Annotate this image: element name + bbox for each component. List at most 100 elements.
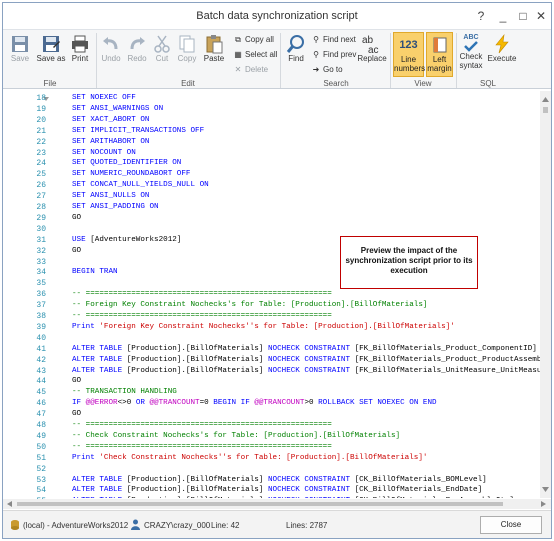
print-label: Print (71, 54, 89, 63)
code-token: [FK_BillOfMaterials_Product_ComponentID] (354, 344, 537, 353)
code-line: ALTER TABLE [Production].[BillOfMaterial… (72, 345, 537, 353)
line-number: 24 (36, 159, 46, 169)
horizontal-scrollbar[interactable] (3, 499, 551, 509)
code-token: SET XACT_ABORT ON (72, 115, 150, 124)
code-line: -- Foreign Key Constraint Nochecks's for… (72, 301, 427, 309)
save-button[interactable]: Save (7, 34, 33, 63)
select-all-button[interactable]: ▦ Select all (233, 50, 277, 59)
paste-button[interactable]: Paste (201, 34, 227, 63)
code-token: Print (72, 322, 100, 331)
copy-button[interactable]: Copy (175, 34, 199, 63)
line-number: 46 (36, 399, 46, 409)
code-line: GO (72, 247, 81, 255)
line-numbers-toggle[interactable]: 123 Line numbers (393, 32, 425, 77)
copy-all-label: Copy all (245, 35, 274, 44)
binoculars-icon: ⚲ (313, 50, 319, 59)
cut-button[interactable]: Cut (151, 34, 173, 63)
check-syntax-label-line2: syntax (459, 61, 483, 70)
file-group-label: File (43, 79, 57, 88)
delete-icon: ✕ (234, 65, 242, 74)
code-line: SET NOEXEC OFF (72, 94, 136, 102)
vertical-scroll-thumb[interactable] (543, 107, 548, 113)
connection-status: (local) - AdventureWorks2012 (23, 521, 129, 530)
vertical-scrollbar[interactable] (540, 91, 551, 498)
code-line: SET ARITHABORT ON (72, 138, 149, 146)
line-number: 43 (36, 366, 46, 376)
find-next-button[interactable]: ⚲ Find next (311, 35, 356, 44)
check-syntax-icon-text: ABC (463, 34, 479, 41)
line-number: 52 (36, 464, 46, 474)
code-token: [FK_BillOfMaterials_UnitMeasure_UnitMeas… (354, 366, 540, 375)
line-number: 37 (36, 301, 46, 311)
code-token: [CK_BillOfMaterials_BOMLevel] (354, 475, 487, 484)
code-line: GO (72, 410, 81, 418)
left-margin-label-line2: margin (427, 64, 452, 73)
magnifier-icon (286, 35, 304, 53)
delete-button[interactable]: ✕ Delete (233, 65, 268, 74)
left-margin-icon (433, 37, 446, 53)
minimize-button[interactable]: _ (493, 7, 513, 25)
line-number: 33 (36, 257, 46, 267)
code-line: IF @@ERROR<>0 OR @@TRANCOUNT=0 BEGIN IF … (72, 399, 437, 407)
close-window-button[interactable]: ✕ (531, 7, 551, 25)
binoculars-icon: ⚲ (313, 35, 319, 44)
print-button[interactable]: Print (67, 34, 93, 63)
code-token: SET IMPLICIT_TRANSACTIONS OFF (72, 126, 205, 135)
find-button[interactable]: Find (284, 34, 308, 63)
select-all-icon: ▦ (234, 50, 242, 59)
save-as-icon (43, 36, 60, 52)
maximize-button[interactable]: □ (513, 7, 533, 25)
line-number: 20 (36, 115, 46, 125)
close-button[interactable]: Close (480, 516, 542, 534)
line-number: 47 (36, 410, 46, 420)
script-editor[interactable]: 18 19 20 21 22 23 24 25 26 27 28 29 30 31 32 33 34 35 36 37… (3, 91, 551, 506)
scroll-left-arrow-icon (7, 501, 12, 507)
code-line: SET XACT_ABORT ON (72, 116, 149, 124)
code-line: GO (72, 214, 81, 222)
current-line-status: Line: 42 (211, 521, 240, 530)
line-number: 42 (36, 355, 46, 365)
redo-button[interactable]: Redo (125, 34, 149, 63)
horizontal-scroll-thumb[interactable] (17, 502, 503, 506)
code-token: -- TRANSACTION HANDLING (72, 388, 177, 397)
find-prev-label: Find prev (323, 50, 357, 59)
line-number: 34 (36, 268, 46, 278)
code-line: -- TRANSACTION HANDLING (72, 388, 177, 396)
line-number: 18 (36, 94, 46, 103)
save-icon (12, 36, 28, 52)
code-token: @@TRANCOUNT (254, 399, 305, 408)
help-button[interactable]: ? (471, 7, 491, 25)
code-area[interactable]: SET NOEXEC OFF SET ANSI_WARNINGS ON SET XA… (52, 91, 540, 498)
scroll-right-arrow-icon (541, 501, 546, 507)
code-token: 'Foreign Key Constraint Nochecks''s for … (99, 322, 455, 331)
code-token: <>0 (117, 399, 136, 408)
undo-button[interactable]: Undo (99, 34, 123, 63)
copy-all-button[interactable]: ⧉ Copy all (233, 35, 274, 45)
code-line: Print 'Check Constraint Nochecks''s for … (72, 454, 427, 462)
execute-button[interactable]: Execute (487, 34, 517, 63)
undo-label: Undo (101, 54, 121, 63)
save-as-button[interactable]: Save as (35, 34, 67, 63)
code-token: [AdventureWorks2012] (90, 235, 182, 244)
code-token: ALTER TABLE (72, 355, 127, 364)
code-token: SET ANSI_PADDING ON (72, 203, 159, 211)
line-number: 49 (36, 431, 46, 441)
code-token: ROLLBACK SET NOEXEC ON END (318, 399, 437, 408)
go-to-button[interactable]: ➜ Go to (311, 65, 343, 74)
scroll-up-arrow-icon (542, 97, 549, 102)
code-token: [CK_BillOfMaterials_PerAssemblyQty] (355, 497, 515, 498)
left-margin-toggle[interactable]: Left margin (426, 32, 453, 77)
code-token: [Production].[BillOfMaterials] (126, 366, 268, 375)
code-token: GO (72, 213, 82, 222)
code-line: SET NOCOUNT ON (72, 149, 136, 157)
user-status: CRAZY\crazy_000 (144, 521, 211, 530)
code-line: ALTER TABLE [Production].[BillOfMaterial… (72, 356, 540, 364)
line-number: 31 (36, 235, 46, 245)
line-number: 51 (36, 453, 46, 463)
code-token: NOCHECK CONSTRAINT (267, 486, 355, 495)
replace-button[interactable]: ab ac Replace (357, 34, 387, 63)
check-syntax-button[interactable]: ABC Check syntax (458, 34, 484, 70)
find-prev-button[interactable]: ⚲ Find prev (311, 50, 356, 59)
line-number: 54 (36, 486, 46, 496)
line-number: 38 (36, 312, 46, 321)
